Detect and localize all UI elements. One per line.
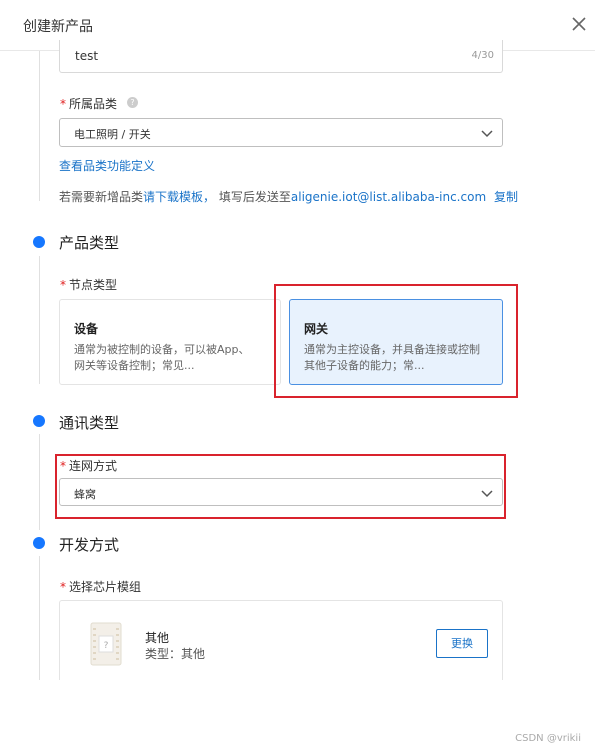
chip-type: 类型：其他 — [145, 647, 206, 661]
category-selected: 电工照明 / 开关 — [74, 128, 151, 141]
timeline-line — [39, 434, 40, 530]
question-icon[interactable]: ? — [127, 97, 138, 108]
note-prefix: 若需要新增品类 — [59, 190, 144, 204]
step-dot — [33, 415, 45, 427]
highlight-box-network — [55, 454, 506, 519]
comm-type-title: 通讯类型 — [59, 414, 120, 432]
timeline-line — [39, 556, 40, 680]
chip-label: * 选择芯片模组 — [60, 578, 141, 595]
copy-link[interactable]: 复制 — [494, 190, 518, 204]
category-select[interactable]: 电工照明 / 开关 — [59, 118, 503, 147]
svg-text:?: ? — [104, 641, 109, 651]
chip-module-icon: ? — [90, 622, 122, 666]
download-template-link[interactable]: 请下载模板， — [143, 190, 215, 204]
category-label: * 所属品类 — [60, 95, 117, 112]
card-description: 通常为被控制的设备，可以被App、网关等设备控制；常见... — [74, 343, 250, 372]
char-count: 4/30 — [471, 50, 494, 61]
step-dot — [33, 537, 45, 549]
chevron-down-icon — [481, 130, 493, 138]
required-mark: * — [60, 278, 66, 292]
dev-mode-title: 开发方式 — [59, 536, 120, 554]
change-chip-button[interactable]: 更换 — [436, 629, 488, 658]
timeline-line — [39, 256, 40, 384]
node-type-label: * 节点类型 — [60, 276, 117, 293]
required-mark: * — [60, 580, 66, 594]
category-note: 若需要新增品类请下载模板， 填写后发送至aligenie.iot@list.al… — [59, 188, 518, 205]
dialog-title: 创建新产品 — [23, 19, 93, 35]
watermark: CSDN @vrikii — [515, 733, 581, 744]
node-type-card-device[interactable]: 设备 通常为被控制的设备，可以被App、网关等设备控制；常见... — [59, 299, 281, 385]
node-type-label-text: 节点类型 — [69, 278, 118, 292]
card-title: 设备 — [74, 322, 99, 336]
close-icon[interactable] — [570, 15, 588, 33]
product-name-input[interactable]: test 4/30 — [59, 40, 503, 73]
note-middle: 填写后发送至 — [218, 190, 291, 204]
chip-label-text: 选择芯片模组 — [69, 580, 142, 594]
required-mark: * — [60, 97, 66, 111]
view-category-link[interactable]: 查看品类功能定义 — [59, 157, 155, 174]
product-name-value: test — [75, 49, 99, 63]
chip-name: 其他 — [145, 631, 170, 645]
step-dot — [33, 236, 45, 248]
timeline-line — [39, 51, 40, 201]
category-label-text: 所属品类 — [69, 97, 118, 111]
email-link[interactable]: aligenie.iot@list.alibaba-inc.com — [291, 190, 486, 204]
product-type-title: 产品类型 — [59, 234, 120, 252]
highlight-box-gateway — [274, 284, 518, 398]
